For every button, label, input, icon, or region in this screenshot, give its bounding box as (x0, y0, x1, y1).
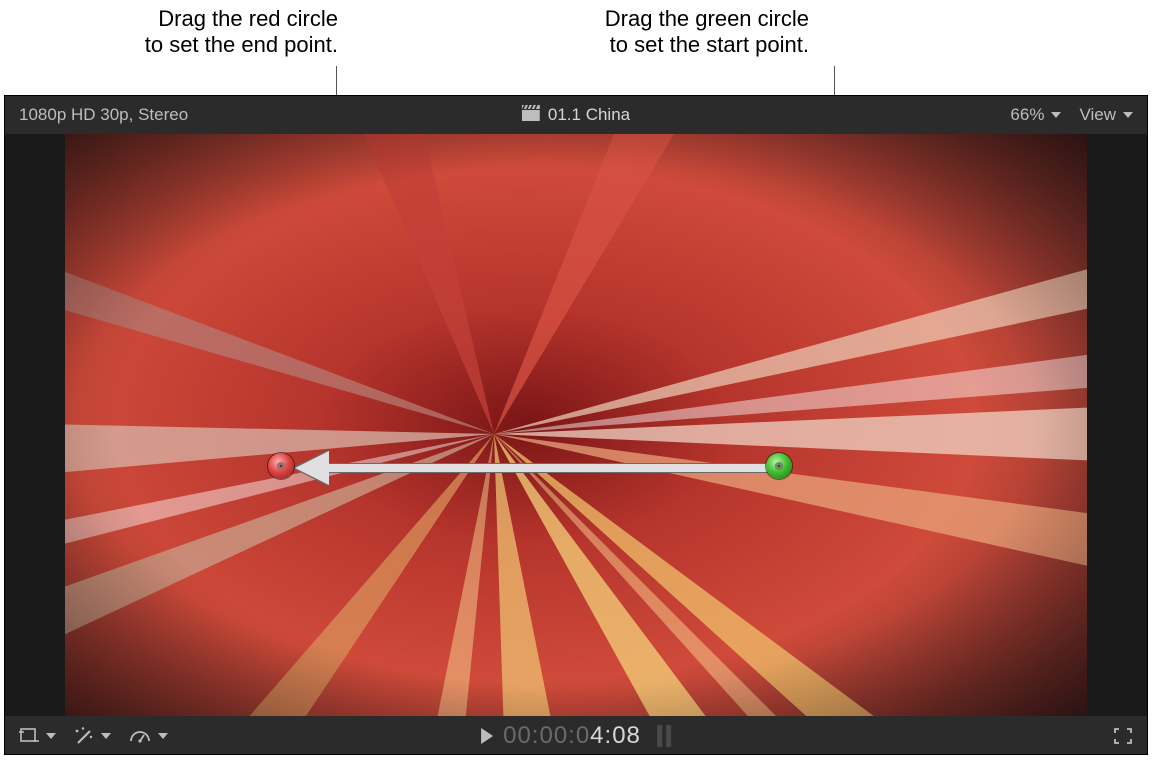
chevron-down-icon (1051, 112, 1061, 118)
chevron-down-icon (101, 733, 111, 739)
crop-tool-icon (19, 727, 39, 745)
chevron-down-icon (1123, 112, 1133, 118)
clip-title: 01.1 China (548, 105, 630, 125)
clapperboard-icon (522, 105, 540, 126)
timecode[interactable]: 00:00:04:08 (503, 722, 641, 750)
chevron-down-icon (158, 733, 168, 739)
annotation-callouts: Drag the red circle to set the end point… (0, 0, 1152, 90)
start-point-handle[interactable] (766, 453, 792, 479)
callout-text: Drag the green circle (509, 6, 809, 32)
timecode-bright: 4:08 (590, 722, 641, 749)
chevron-down-icon (46, 733, 56, 739)
direction-arrow (295, 451, 780, 483)
clip-title-group: 01.1 China (522, 105, 630, 126)
retime-speed-icon (129, 727, 151, 745)
transport-display: 00:00:04:08 (481, 722, 671, 750)
crop-tool-menu[interactable] (19, 727, 56, 745)
retime-menu[interactable] (129, 727, 168, 745)
view-menu[interactable]: View (1079, 105, 1133, 125)
arrow-head-icon (295, 451, 329, 485)
zoom-menu[interactable]: 66% (1010, 105, 1061, 125)
format-label: 1080p HD 30p, Stereo (19, 105, 188, 125)
audio-meter (657, 725, 671, 747)
fullscreen-button[interactable] (1113, 727, 1133, 745)
onscreen-controls (5, 134, 1147, 716)
viewer-bottom-bar: 00:00:04:08 (5, 716, 1147, 755)
fullscreen-icon (1113, 727, 1133, 745)
callout-text: to set the start point. (509, 32, 809, 58)
play-icon[interactable] (481, 728, 493, 744)
callout-start-point: Drag the green circle to set the start p… (509, 6, 809, 59)
viewer-canvas[interactable] (5, 134, 1147, 716)
view-label: View (1079, 105, 1116, 125)
timecode-dim: 00:00:0 (503, 722, 590, 749)
end-point-handle[interactable] (268, 453, 294, 479)
enhance-wand-icon (74, 727, 94, 745)
callout-end-point: Drag the red circle to set the end point… (58, 6, 338, 59)
viewer-toolbar: 1080p HD 30p, Stereo 01.1 China 66% (5, 96, 1147, 134)
callout-text: Drag the red circle (58, 6, 338, 32)
zoom-value: 66% (1010, 105, 1044, 125)
arrow-shaft (325, 463, 780, 473)
viewer-window: 1080p HD 30p, Stereo 01.1 China 66% (4, 95, 1148, 755)
callout-text: to set the end point. (58, 32, 338, 58)
enhance-menu[interactable] (74, 727, 111, 745)
